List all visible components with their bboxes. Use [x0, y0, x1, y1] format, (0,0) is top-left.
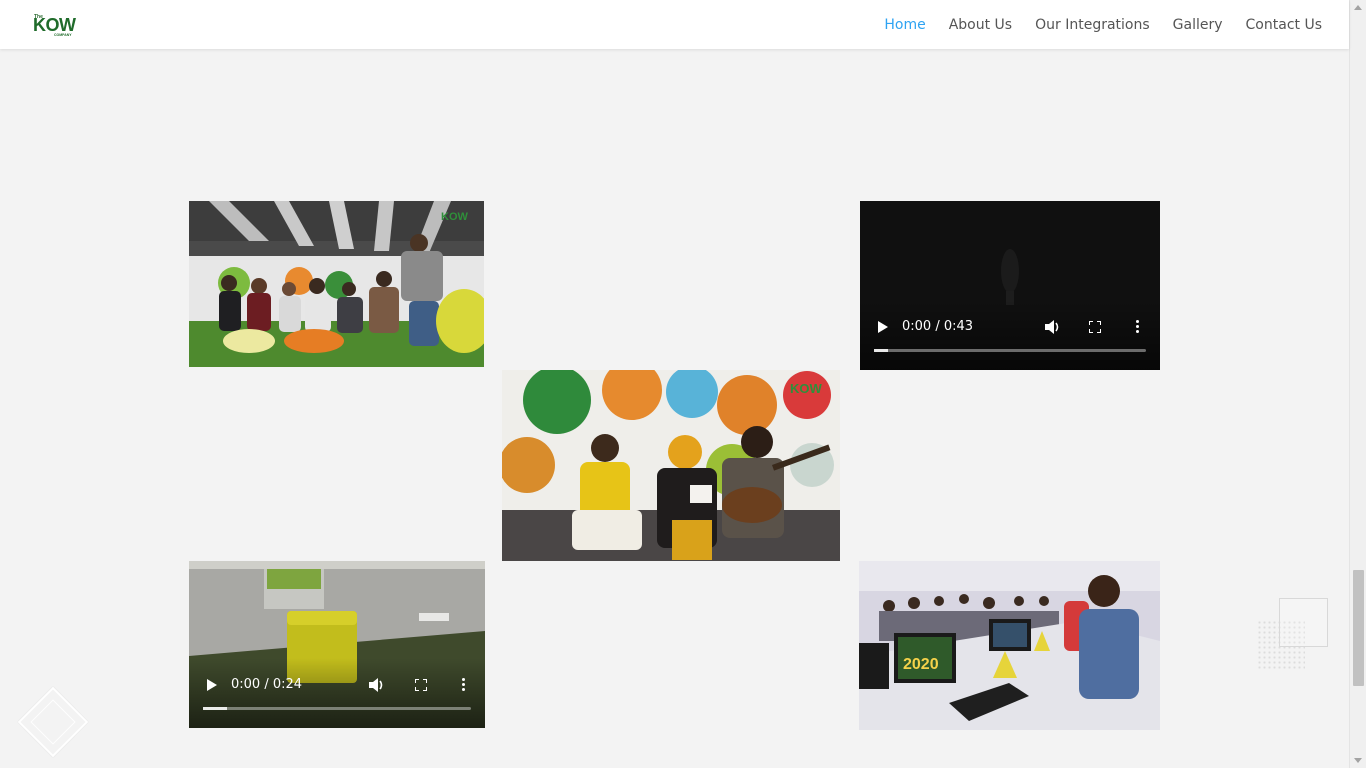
more-options-icon[interactable] [462, 678, 466, 692]
nav-about-us[interactable]: About Us [949, 17, 1012, 33]
screen-text: 2020 [903, 656, 939, 673]
gallery-image-music-session[interactable]: KOW [502, 370, 840, 561]
volume-icon[interactable] [369, 678, 385, 692]
nav-gallery[interactable]: Gallery [1173, 17, 1223, 33]
page-scrollbar[interactable] [1349, 0, 1366, 768]
scroll-up-arrow-icon[interactable] [1354, 5, 1362, 10]
scroll-down-arrow-icon[interactable] [1354, 758, 1362, 763]
fullscreen-icon[interactable] [415, 679, 427, 691]
play-icon[interactable] [878, 321, 888, 333]
image-watermark: KOW [790, 381, 823, 396]
site-header: The KOW COMPANY Home About Us Our Integr… [0, 0, 1349, 49]
video-controls: 0:00 / 0:43 [860, 300, 1160, 370]
main-nav: Home About Us Our Integrations Gallery C… [884, 0, 1322, 49]
fullscreen-icon[interactable] [1089, 321, 1101, 333]
nav-home[interactable]: Home [884, 17, 925, 33]
gallery-image-group-meeting[interactable]: KOW [189, 201, 484, 367]
company-logo[interactable]: The KOW COMPANY [33, 12, 81, 38]
logo-sub-text: COMPANY [54, 33, 72, 37]
volume-icon[interactable] [1045, 320, 1061, 334]
square-outline-decoration [1279, 598, 1328, 647]
video-progress-track[interactable] [203, 707, 471, 710]
image-watermark: KOW [441, 211, 469, 223]
gallery-video-office-space[interactable]: 0:00 / 0:24 [189, 561, 485, 728]
video-progress-fill [874, 349, 888, 352]
nav-our-integrations[interactable]: Our Integrations [1035, 17, 1150, 33]
more-options-icon[interactable] [1136, 320, 1140, 334]
video-time: 0:00 / 0:43 [902, 319, 974, 334]
scrollbar-thumb[interactable] [1353, 570, 1364, 686]
nav-contact-us[interactable]: Contact Us [1246, 17, 1322, 33]
video-controls: 0:00 / 0:24 [189, 658, 485, 728]
play-icon[interactable] [207, 679, 217, 691]
video-time: 0:00 / 0:24 [231, 677, 303, 692]
gallery-image-new-year-office[interactable]: 2020 [859, 561, 1160, 730]
video-progress-track[interactable] [874, 349, 1146, 352]
video-progress-fill [203, 707, 228, 710]
gallery-video-award[interactable]: 0:00 / 0:43 [860, 201, 1160, 370]
